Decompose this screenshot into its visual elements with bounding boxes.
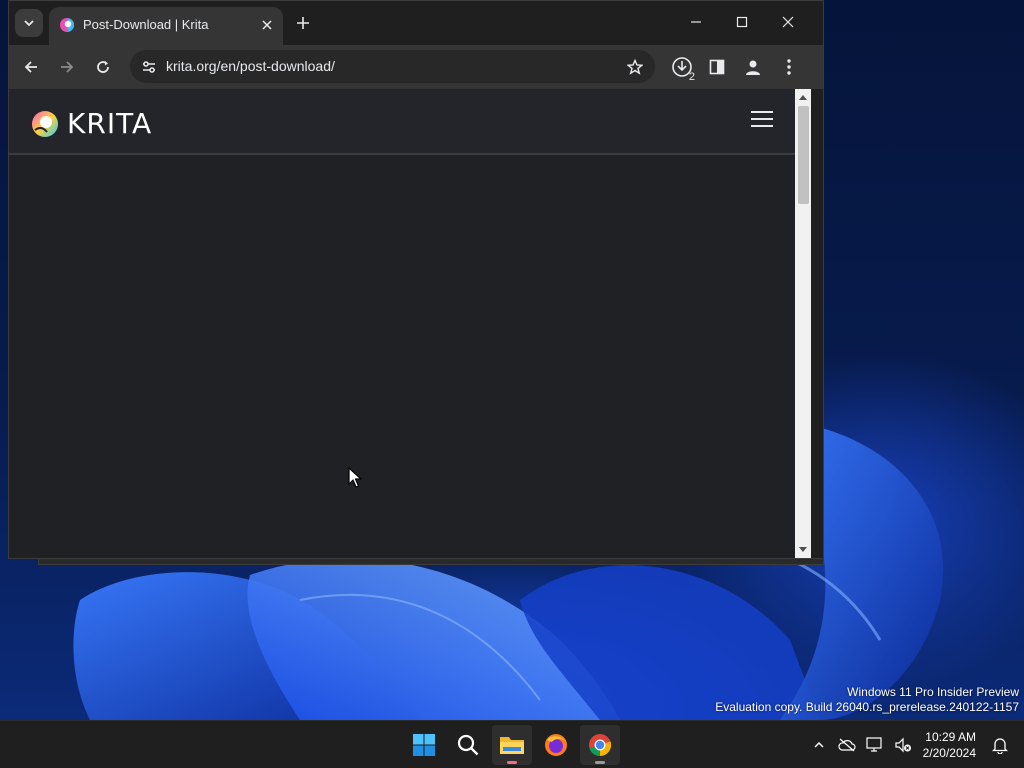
windows-watermark: Windows 11 Pro Insider Preview Evaluatio… [715, 685, 1019, 715]
file-explorer-icon [500, 737, 524, 754]
address-bar[interactable]: krita.org/en/post-download/ [130, 50, 655, 83]
plus-icon [297, 17, 309, 29]
clock-date: 2/20/2024 [922, 746, 976, 760]
forward-button[interactable] [53, 53, 81, 81]
site-info-button[interactable] [140, 58, 158, 76]
maximize-button[interactable] [722, 7, 762, 37]
volume-button[interactable] [889, 731, 917, 759]
page-scrollbar[interactable] [795, 89, 811, 558]
watermark-line2: Evaluation copy. Build 26040.rs_prerelea… [715, 700, 1019, 714]
clock-time: 10:29 AM [925, 730, 976, 744]
back-button[interactable] [17, 53, 45, 81]
tab-krita[interactable]: Post-Download | Krita [49, 7, 283, 45]
tab-title: Post-Download | Krita [83, 17, 209, 32]
scroll-up-arrow[interactable] [799, 95, 807, 100]
chevron-up-icon [814, 741, 824, 748]
logo-text: KRITA [67, 107, 153, 140]
page-viewport[interactable]: KRITA [9, 89, 795, 558]
krita-favicon-icon [60, 18, 74, 32]
maximize-icon [736, 16, 748, 28]
browser-window[interactable]: Post-Download | Krita krita.org/en/post-… [8, 0, 824, 559]
menu-button[interactable] [775, 53, 803, 81]
chrome-button[interactable] [580, 725, 620, 765]
notifications-button[interactable] [986, 731, 1014, 759]
network-button[interactable] [861, 731, 889, 759]
tab-close-button[interactable] [257, 15, 277, 35]
arrow-left-icon [24, 61, 37, 73]
reload-button[interactable] [89, 53, 117, 81]
onedrive-button[interactable] [833, 731, 861, 759]
start-icon [413, 734, 435, 756]
hamburger-line [751, 125, 773, 127]
file-explorer-button[interactable] [492, 725, 532, 765]
close-icon [782, 16, 794, 28]
site-header: KRITA [9, 89, 795, 155]
taskbar: 10:29 AM 2/20/2024 [0, 720, 1024, 768]
side-panel-icon [709, 59, 725, 75]
star-icon [627, 59, 643, 75]
close-icon [262, 20, 272, 30]
url-text[interactable]: krita.org/en/post-download/ [166, 58, 335, 74]
person-icon [746, 60, 760, 75]
running-indicator [507, 761, 517, 764]
speaker-muted-icon [895, 737, 911, 753]
show-hidden-icons-button[interactable] [805, 731, 833, 759]
hamburger-line [751, 118, 773, 120]
network-icon [866, 737, 882, 752]
scroll-down-arrow[interactable] [799, 547, 807, 552]
chevron-down-icon [24, 20, 34, 27]
cloud-offline-icon [838, 738, 856, 752]
downloads-button[interactable]: 2 [668, 53, 696, 83]
arrow-right-icon [61, 61, 74, 73]
downloads-count: 2 [688, 71, 695, 83]
minimize-button[interactable] [676, 7, 716, 37]
new-tab-button[interactable] [291, 11, 315, 35]
taskbar-apps [404, 725, 620, 765]
more-vert-icon [787, 59, 791, 75]
clock[interactable]: 10:29 AM 2/20/2024 [917, 729, 986, 761]
tune-icon [143, 61, 155, 73]
reload-icon [97, 61, 109, 73]
running-indicator [595, 761, 605, 764]
close-window-button[interactable] [768, 7, 808, 37]
minimize-icon [691, 21, 701, 23]
tab-search-button[interactable] [15, 9, 43, 37]
mouse-cursor-icon [348, 467, 362, 488]
hamburger-line [751, 111, 773, 113]
chrome-icon [589, 734, 612, 757]
browser-toolbar: krita.org/en/post-download/ 2 [9, 45, 823, 89]
bookmark-button[interactable] [625, 57, 645, 77]
firefox-icon [545, 734, 567, 756]
bell-icon [992, 738, 1008, 754]
search-icon [457, 734, 479, 756]
scroll-thumb[interactable] [798, 106, 809, 204]
site-menu-button[interactable] [751, 111, 773, 131]
taskbar-search-button[interactable] [448, 725, 488, 765]
krita-logo-icon [32, 110, 58, 137]
system-tray: 10:29 AM 2/20/2024 [805, 721, 1024, 768]
watermark-line1: Windows 11 Pro Insider Preview [847, 685, 1019, 699]
side-panel-button[interactable] [703, 53, 731, 81]
start-button[interactable] [404, 725, 444, 765]
profile-button[interactable] [739, 53, 767, 81]
krita-logo[interactable]: KRITA [31, 107, 152, 140]
tab-strip: Post-Download | Krita [9, 1, 823, 45]
firefox-button[interactable] [536, 725, 576, 765]
